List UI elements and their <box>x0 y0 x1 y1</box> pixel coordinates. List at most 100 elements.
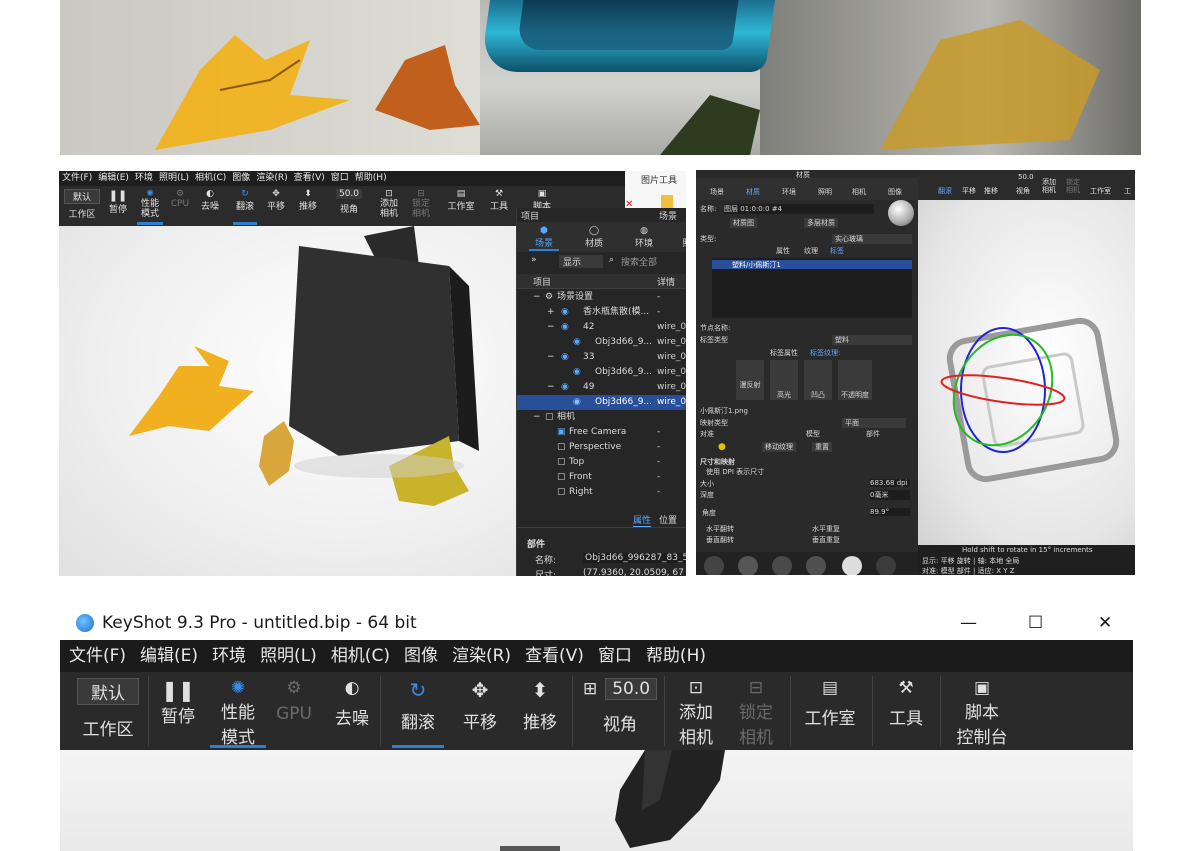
menu-image[interactable]: 图像 <box>232 171 250 186</box>
mini-lock-camera-button[interactable]: 锁定 相机 <box>1066 178 1080 194</box>
menu-window[interactable]: 窗口 <box>331 171 349 186</box>
tumble-button[interactable]: ↻ 翻滚 <box>392 678 444 748</box>
display-filter-select[interactable]: 显示 <box>559 255 603 268</box>
add-camera-button[interactable]: ⊡ 添加 相机 <box>674 678 718 748</box>
tools-button[interactable]: ⚒ 工具 <box>884 678 928 729</box>
material-graph-button[interactable]: 材质图 <box>730 218 757 228</box>
menu-view[interactable]: 查看(V) <box>525 640 584 672</box>
minimize-icon[interactable]: — <box>960 606 977 640</box>
tab-lighting[interactable]: 照明 <box>818 187 832 197</box>
label-list-item[interactable]: 塑料/小佩斯汀1 <box>712 260 912 269</box>
tree-row-obj-b[interactable]: ◉ Obj3d66_9... wire_0 <box>517 365 686 380</box>
lock-camera-button[interactable]: ⊟ 锁定 相机 <box>734 678 778 748</box>
tree-row-42[interactable]: − ◉ 42 wire_0 <box>517 320 686 335</box>
pause-button[interactable]: ❚❚ 暂停 <box>158 678 198 727</box>
tree-row-33[interactable]: − ◉ 33 wire_0 <box>517 350 686 365</box>
mini-tools-button[interactable]: 工 <box>1124 186 1131 196</box>
tab-labels[interactable]: 标签 <box>830 246 844 256</box>
collapse-icon[interactable]: » <box>531 255 537 265</box>
menu-render[interactable]: 渲染(R) <box>256 171 287 186</box>
tree-row-obj-selected[interactable]: ◉ Obj3d66_9... wire_0 <box>517 395 686 410</box>
dolly-button[interactable]: ⬍ 推移 <box>297 189 319 212</box>
field-of-view[interactable]: 50.0 视角 <box>327 189 371 215</box>
field-of-view[interactable]: ⊞ 50.0 视角 <box>580 678 660 735</box>
denoise-button[interactable]: ◐ 去噪 <box>199 189 221 212</box>
menu-file[interactable]: 文件(F) <box>69 640 126 672</box>
workspace-selector[interactable]: 默认 工作区 <box>76 678 140 740</box>
mini-dolly-button[interactable]: 推移 <box>984 186 998 196</box>
material-type-select[interactable]: 实心玻璃 <box>832 234 912 244</box>
tools-button[interactable]: ⚒ 工具 <box>487 189 511 212</box>
part-name-field[interactable]: Obj3d66_996287_83_52 <box>583 553 686 563</box>
tag-attributes-tab[interactable]: 标签属性 <box>770 348 798 358</box>
align-model-radio[interactable]: 模型 <box>806 429 820 439</box>
multi-material-button[interactable]: 多层材质 <box>804 218 838 228</box>
menu-camera[interactable]: 相机(C) <box>195 171 226 186</box>
tab-material[interactable]: 材质 <box>746 187 760 197</box>
menu-file[interactable]: 文件(F) <box>62 171 92 186</box>
menu-lighting[interactable]: 照明(L) <box>159 171 189 186</box>
repeat-horizontal-toggle[interactable]: 水平重复 <box>812 524 840 534</box>
map-type-select[interactable]: 平面 <box>842 418 906 428</box>
menu-camera[interactable]: 相机(C) <box>331 640 390 672</box>
eye-icon[interactable]: ◉ <box>573 335 581 350</box>
menu-environment[interactable]: 环境 <box>135 171 153 186</box>
tab-position[interactable]: 位置 <box>659 513 677 526</box>
slot-opacity[interactable]: 不透明度 <box>838 360 872 400</box>
performance-mode-button[interactable]: ✺ 性能 模式 <box>137 189 163 225</box>
transform-viewport[interactable] <box>918 200 1135 545</box>
fov-value[interactable]: 50.0 <box>335 189 363 199</box>
menu-environment[interactable]: 环境 <box>212 640 246 672</box>
menu-edit[interactable]: 编辑(E) <box>140 640 198 672</box>
script-console-button[interactable]: ▣ 脚本 控制台 <box>950 678 1014 748</box>
close-icon[interactable]: ✕ <box>1098 606 1112 640</box>
repeat-vertical-toggle[interactable]: 垂直重复 <box>812 535 840 545</box>
size-field[interactable]: 683.68 dpi <box>870 479 910 487</box>
menu-help[interactable]: 帮助(H) <box>646 640 706 672</box>
tree-row-free-camera[interactable]: ▣ Free Camera - <box>517 425 686 440</box>
tab-image[interactable]: 图像 <box>888 187 902 197</box>
eye-icon[interactable]: ◉ <box>561 380 569 395</box>
column-detail[interactable]: 详情 <box>657 275 675 288</box>
tree-row-perfume[interactable]: + ◉ 香水瓶焦散(模... - <box>517 305 686 320</box>
menu-edit[interactable]: 编辑(E) <box>98 171 129 186</box>
tab-lighting[interactable]: ·照 <box>677 226 686 249</box>
depth-field[interactable]: 0毫米 <box>870 490 910 500</box>
add-camera-button[interactable]: ⊡ 添加 相机 <box>377 189 401 219</box>
tree-row-cameras[interactable]: − ▢ 相机 <box>517 410 686 425</box>
flip-vertical-toggle[interactable]: 垂直翻转 <box>706 535 734 545</box>
mini-add-camera-button[interactable]: 添加 相机 <box>1042 178 1056 194</box>
denoise-button[interactable]: ◐ 去噪 <box>332 678 372 729</box>
slot-specular[interactable]: 高光 <box>770 360 798 400</box>
tumble-button[interactable]: ↻ 翻滚 <box>233 189 257 225</box>
workspace-selector[interactable]: 默认 工作区 <box>63 189 101 220</box>
scene-search-input[interactable]: 搜索全部 <box>621 255 657 268</box>
eye-icon[interactable]: ◉ <box>573 365 581 380</box>
pan-button[interactable]: ✥ 平移 <box>265 189 287 212</box>
lock-camera-button[interactable]: ⊟ 锁定 相机 <box>409 189 433 219</box>
mini-fov-value[interactable]: 50.0 <box>1018 173 1034 181</box>
label-type-select[interactable]: 塑料 <box>832 335 912 345</box>
size-mapping-section[interactable]: 尺寸和映射 <box>700 457 735 467</box>
tree-row-scene-settings[interactable]: − ⚙ 场景设置 - <box>517 290 686 305</box>
tab-environment[interactable]: 环境 <box>782 187 796 197</box>
eye-icon[interactable]: ◉ <box>561 350 569 365</box>
tab-camera[interactable]: 相机 <box>852 187 866 197</box>
tree-row-obj-a[interactable]: ◉ Obj3d66_9... wire_0 <box>517 335 686 350</box>
menu-image[interactable]: 图像 <box>404 640 438 672</box>
render-viewport[interactable] <box>60 750 1133 851</box>
gpu-button[interactable]: ⚙ GPU <box>274 678 314 724</box>
align-part-radio[interactable]: 部件 <box>866 429 880 439</box>
cpu-button[interactable]: ⚙ CPU <box>169 189 191 209</box>
column-item[interactable]: 项目 <box>533 275 551 288</box>
section-part[interactable]: 部件 <box>527 537 545 550</box>
tree-row-right[interactable]: ▢ Right - <box>517 485 686 500</box>
tree-row-top[interactable]: ▢ Top - <box>517 455 686 470</box>
performance-mode-button[interactable]: ✺ 性能 模式 <box>210 678 266 748</box>
mini-tumble-button[interactable]: 翻滚 <box>938 186 952 196</box>
tag-texture-tab[interactable]: 标签纹理: <box>810 348 840 358</box>
mini-pan-button[interactable]: 平移 <box>962 186 976 196</box>
tab-texture[interactable]: 纹理 <box>804 246 818 256</box>
menu-render[interactable]: 渲染(R) <box>452 640 511 672</box>
menu-help[interactable]: 帮助(H) <box>355 171 387 186</box>
